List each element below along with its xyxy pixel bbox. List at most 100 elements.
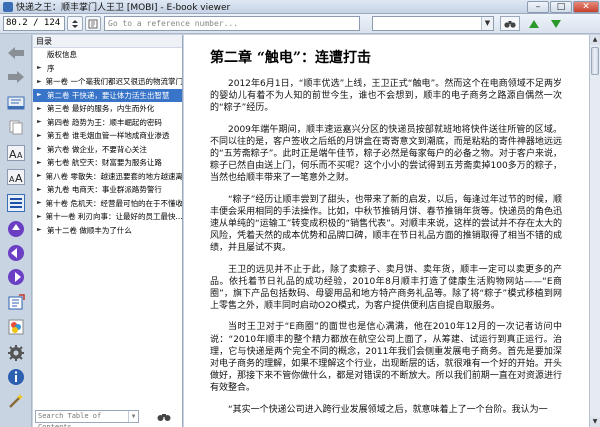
paragraph: 2012年6月1日，“顺丰优选”上线，王卫正式“触电”。然而这个在电商领域不足两… (210, 79, 562, 114)
about-button[interactable] (5, 367, 27, 387)
circle-arrow-left-icon (8, 245, 24, 261)
arrow-up-icon (529, 19, 539, 28)
page-number-input[interactable]: 80.2 / 124 (3, 16, 65, 31)
toc-bullet-icon: ► (37, 185, 42, 193)
info-icon (8, 369, 24, 385)
toc-bullet-icon: ► (37, 77, 42, 85)
paragraph: 当时王卫对于“E商圈”的面世也是信心满满，他在2010年12月的一次记者访问中说… (210, 322, 562, 394)
arrow-right-icon (8, 71, 24, 83)
svg-text:A: A (17, 151, 23, 160)
search-input[interactable]: ▼ (372, 16, 494, 31)
open-ebook-button[interactable] (5, 293, 27, 313)
binoculars-icon (157, 413, 171, 421)
toolbar: 80.2 / 124 Go to a reference number... ▼ (0, 14, 600, 34)
font-smaller-icon: AA (7, 169, 25, 185)
scroll-thumb[interactable] (591, 47, 599, 75)
toc-item[interactable]: ► 第十二卷 做顺丰为了什么 (33, 224, 182, 238)
toc-item[interactable]: ► 第十卷 危机天：经营最可怕的在于不懂收 (33, 197, 182, 211)
window-title: 快递之王：顺丰掌门人王卫 [MOBI] - E-book viewer (16, 3, 231, 13)
toc-item[interactable]: ► 第六卷 做企业，不要背心关注 (33, 143, 182, 157)
previous-page-button[interactable] (5, 219, 27, 239)
toc-item-label: 第七卷 航空天：财富要为服务让路 (47, 158, 162, 167)
paragraph: 2009年端午期间，顺丰速运嘉兴分区的快递员按部就班地将快件送往所管的区域。不同… (210, 124, 562, 184)
chapter-title: 第二章 “触电”：连遭打击 (210, 50, 371, 66)
preferences-button[interactable] (5, 343, 27, 363)
toc-item-label: 第十一卷 利刃向事：让最好的员工最快... (45, 212, 182, 221)
toc-item[interactable]: ►版权信息 (33, 48, 182, 62)
chevron-down-icon[interactable]: ▼ (481, 17, 493, 30)
vertical-scrollbar[interactable]: ▲ ▼ (589, 35, 600, 427)
table-of-contents-panel: 目录 ►版权信息 ►序 ►第一卷 一个毫我们都迟又很迅的物流掌门 ►第二卷 干快… (33, 35, 183, 427)
arrow-left-icon (8, 47, 24, 59)
document-content: 第二章 “触电”：连遭打击 2012年6月1日，“顺丰优选”上线，王卫正式“触电… (210, 49, 562, 425)
gear-icon (8, 345, 24, 361)
go-to-reference-button[interactable] (85, 16, 101, 31)
svg-text:A: A (9, 148, 17, 161)
toc-item[interactable]: ► 第十一卷 利刃向事：让最好的员工最快... (33, 210, 182, 224)
toc-search-button[interactable] (155, 410, 173, 423)
toc-item[interactable]: ► 第二卷 干快递，要让体力活生出智慧 (33, 88, 182, 102)
toc-bullet-icon: ► (37, 91, 42, 99)
minimize-button[interactable]: – (527, 0, 549, 13)
toc-item-label: 第八卷 零散失：越速迅要套的地方越速离 (45, 171, 182, 181)
font-size-smaller-button[interactable]: AA (5, 167, 27, 187)
forward-button[interactable] (5, 67, 27, 87)
forward-history-button[interactable] (5, 267, 27, 287)
magic-wand-icon (9, 394, 23, 408)
fullscreen-button[interactable] (5, 193, 27, 213)
find-next-button[interactable] (546, 16, 566, 31)
toc-item-label: 第十卷 危机天：经营最可怕的在于不懂收 (45, 198, 182, 208)
page-spinner[interactable] (67, 16, 83, 31)
toc-bullet-icon: ► (37, 118, 42, 126)
font-larger-icon: AA (7, 145, 25, 161)
spinner-arrows-icon (72, 19, 78, 28)
fullscreen-lines-icon (7, 194, 25, 212)
toggle-toc-button[interactable] (5, 93, 27, 113)
toc-item-label: 第一卷 一个毫我们都迟又很迅的物流掌门 (45, 77, 182, 86)
toc-bullet-icon: ► (37, 104, 42, 112)
toc-item-label: 第四卷 趋势为王：顺丰崛起的密码 (47, 117, 162, 127)
toc-item[interactable]: ► 第四卷 趋势为王：顺丰崛起的密码 (33, 116, 182, 130)
paragraph: “粽子”经历让顺丰尝到了甜头，也带来了新的启发，以后，每逢过年过节的时候，顺丰便… (210, 194, 562, 254)
toc-item[interactable]: ► 第七卷 航空天：财富要为服务让路 (33, 156, 182, 170)
toc-item-label: 序 (47, 63, 55, 73)
circle-arrow-right-icon (8, 269, 24, 285)
document-view[interactable]: 第二章 “触电”：连遭打击 2012年6月1日，“顺丰优选”上线，王卫正式“触电… (184, 35, 589, 427)
title-bar: 快递之王：顺丰掌门人王卫 [MOBI] - E-book viewer – □ … (0, 0, 600, 14)
back-button[interactable] (5, 43, 27, 63)
toc-item[interactable]: ► 第三卷 最好的服务，内生而外化 (33, 102, 182, 116)
font-size-larger-button[interactable]: AA (5, 143, 27, 163)
scroll-down-icon[interactable]: ▼ (590, 417, 600, 427)
toc-item[interactable]: ► 第五卷 谁毛烟血管一样地成商业渗透 (33, 129, 182, 143)
app-icon (3, 1, 13, 12)
toc-list: ►版权信息 ►序 ►第一卷 一个毫我们都迟又很迅的物流掌门 ►第二卷 干快递，要… (33, 48, 182, 237)
toc-bullet-icon: ► (37, 172, 42, 180)
paragraph: “其实一个快递公司进入跨行业发展领域之后，就意味着上了一个台阶。我认为一 (228, 404, 548, 415)
toc-header: 目录 (33, 35, 182, 48)
print-button[interactable] (5, 317, 27, 337)
bookmark-button[interactable] (5, 391, 27, 411)
maximize-button[interactable]: □ (550, 0, 572, 13)
search-button[interactable] (500, 16, 520, 31)
close-button[interactable]: ✕ (573, 0, 599, 13)
copy-icon (9, 120, 23, 135)
scroll-up-icon[interactable]: ▲ (590, 35, 600, 45)
copy-button[interactable] (5, 117, 27, 137)
toc-bullet-icon: ► (37, 212, 42, 220)
toc-bullet-icon: ► (37, 226, 42, 234)
back-history-button[interactable] (5, 243, 27, 263)
toc-item[interactable]: ► 序 (33, 62, 182, 76)
toc-item[interactable]: ► 第九卷 电商天：事业群派路势警行 (33, 183, 182, 197)
toc-item-label: 版权信息 (47, 50, 77, 59)
arrow-down-icon (551, 19, 561, 28)
toc-item[interactable]: ► 第八卷 零散失：越速迅要套的地方越速离 (33, 170, 182, 184)
reference-input[interactable]: Go to a reference number... (104, 16, 360, 31)
find-previous-button[interactable] (524, 16, 544, 31)
toc-item-label: 第二卷 干快递，要让体力活生出智慧 (47, 90, 170, 100)
paragraph: 王卫的远见并不止于此，除了卖粽子、卖月饼、卖年货，顺丰一定可以卖更多的产品。依托… (210, 264, 562, 312)
toc-item-label: 第三卷 最好的服务，内生而外化 (47, 104, 155, 113)
chevron-down-icon[interactable]: ▼ (128, 411, 138, 422)
toc-bullet-icon: ► (37, 64, 42, 72)
toc-item[interactable]: ► 第一卷 一个毫我们都迟又很迅的物流掌门 (33, 75, 182, 89)
toc-search-input[interactable]: Search Table of Contents ▼ (35, 410, 139, 427)
